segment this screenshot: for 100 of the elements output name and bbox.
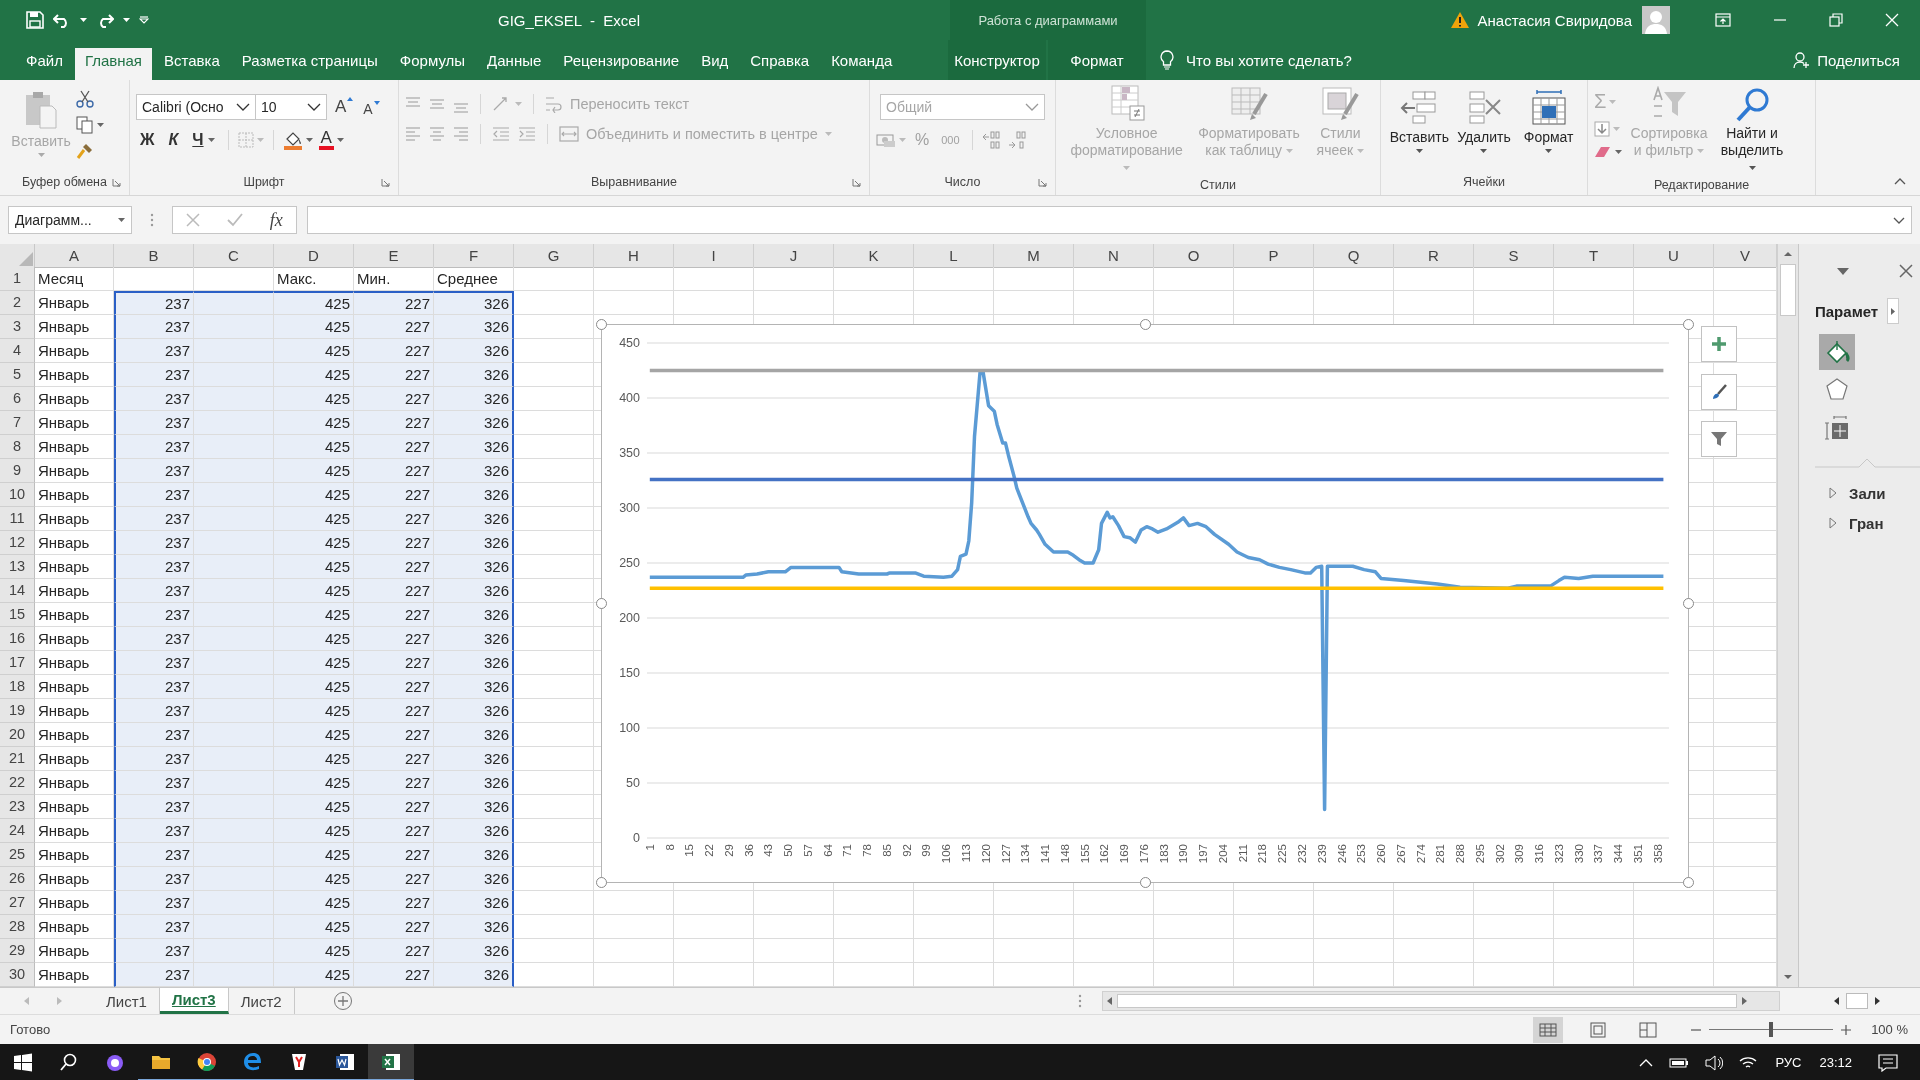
launcher-icon[interactable] xyxy=(1038,178,1047,187)
row-number[interactable]: 12 xyxy=(0,531,35,555)
ribbon-tab[interactable]: Разметка страницы xyxy=(231,40,388,80)
battery-icon[interactable] xyxy=(1669,1056,1690,1069)
row-number[interactable]: 28 xyxy=(0,915,35,939)
row-number[interactable]: 23 xyxy=(0,795,35,819)
column-header[interactable]: V xyxy=(1714,244,1777,268)
row-number[interactable]: 29 xyxy=(0,939,35,963)
row-number[interactable]: 11 xyxy=(0,507,35,531)
ribbon-tab[interactable]: Формулы xyxy=(389,40,476,80)
column-header[interactable]: L xyxy=(914,244,994,268)
row-number[interactable]: 5 xyxy=(0,363,35,387)
spreadsheet-app-icon[interactable] xyxy=(381,1051,401,1072)
column-header[interactable]: S xyxy=(1474,244,1554,268)
row-number[interactable]: 1 xyxy=(0,267,35,291)
ribbon-tab[interactable]: Конструктор xyxy=(948,40,1046,80)
fill-button[interactable] xyxy=(1594,121,1620,137)
launcher-icon[interactable] xyxy=(381,178,390,187)
cells-button[interactable]: Вставить xyxy=(1389,88,1450,173)
dropdown-icon[interactable] xyxy=(1837,267,1849,275)
browser-y-icon[interactable] xyxy=(289,1051,309,1072)
customize-icon[interactable] xyxy=(139,16,149,24)
row-number[interactable]: 14 xyxy=(0,579,35,603)
row-number[interactable]: 24 xyxy=(0,819,35,843)
document-app-icon[interactable] xyxy=(335,1051,355,1072)
shrink-font-button[interactable]: A xyxy=(361,97,382,117)
chevron-up-icon[interactable] xyxy=(1639,1057,1654,1068)
column-header[interactable]: U xyxy=(1634,244,1714,268)
share-button[interactable]: Поделиться xyxy=(1793,40,1900,80)
formula-field[interactable] xyxy=(307,206,1912,234)
column-header[interactable]: E xyxy=(354,244,434,268)
copy-button[interactable] xyxy=(76,116,104,134)
column-header[interactable]: M xyxy=(994,244,1074,268)
row-number[interactable]: 27 xyxy=(0,891,35,915)
format-painter-icon[interactable] xyxy=(76,142,94,160)
column-header[interactable]: D xyxy=(274,244,354,268)
expand-icon[interactable] xyxy=(1829,517,1837,529)
row-number[interactable]: 25 xyxy=(0,843,35,867)
resize-handle[interactable] xyxy=(1683,877,1694,888)
row-number[interactable]: 21 xyxy=(0,747,35,771)
expand-icon[interactable] xyxy=(1829,487,1837,499)
grow-font-button[interactable]: A xyxy=(333,97,356,117)
row-number[interactable]: 4 xyxy=(0,339,35,363)
split-handle-icon[interactable] xyxy=(1078,994,1082,1008)
assistant-circle-icon[interactable] xyxy=(105,1052,125,1073)
ribbon-tab[interactable]: Вид xyxy=(691,40,739,80)
ribbon-tab[interactable]: Данные xyxy=(477,40,552,80)
launcher-icon[interactable] xyxy=(112,178,121,187)
row-number[interactable]: 22 xyxy=(0,771,35,795)
column-header[interactable]: G xyxy=(514,244,594,268)
ribbon-tab[interactable]: Команда xyxy=(821,40,903,80)
font-color-button[interactable]: A xyxy=(318,130,344,150)
options-menu-button[interactable] xyxy=(1887,298,1899,324)
chart-tool-button[interactable] xyxy=(1701,374,1737,410)
zoom-slider-thumb[interactable] xyxy=(1769,1022,1774,1037)
name-box[interactable]: Диаграмм... xyxy=(8,206,132,234)
row-number[interactable]: 9 xyxy=(0,459,35,483)
row-number[interactable]: 6 xyxy=(0,387,35,411)
column-header[interactable]: Q xyxy=(1314,244,1394,268)
column-header[interactable]: I xyxy=(674,244,754,268)
row-number[interactable]: 13 xyxy=(0,555,35,579)
scissors-icon[interactable] xyxy=(76,90,94,108)
section-header[interactable]: Зали xyxy=(1849,484,1886,502)
editing-button[interactable]: Найти и выделить xyxy=(1716,86,1788,176)
ribbon-display-icon[interactable] xyxy=(1715,13,1731,27)
column-header[interactable]: F xyxy=(434,244,514,268)
pane-title[interactable]: Парамет xyxy=(1815,302,1885,320)
clear-button[interactable] xyxy=(1594,145,1622,159)
search-field[interactable]: Что вы хотите сделать? xyxy=(1186,51,1352,69)
column-header[interactable]: O xyxy=(1154,244,1234,268)
column-header[interactable]: A xyxy=(35,244,114,268)
ribbon-tab[interactable]: Главная xyxy=(74,48,152,80)
row-number[interactable]: 19 xyxy=(0,699,35,723)
chart-tool-button[interactable] xyxy=(1701,421,1737,457)
language-indicator[interactable]: РУС xyxy=(1775,1055,1802,1070)
resize-handle[interactable] xyxy=(1683,319,1694,330)
restore-icon[interactable] xyxy=(1829,13,1843,27)
ribbon-tab[interactable]: Формат xyxy=(1048,40,1146,80)
row-number[interactable]: 3 xyxy=(0,315,35,339)
row-number[interactable]: 16 xyxy=(0,627,35,651)
notifications-icon[interactable] xyxy=(1878,1053,1898,1072)
column-header[interactable]: N xyxy=(1074,244,1154,268)
row-number[interactable]: 2 xyxy=(0,291,35,315)
font-size-field[interactable]: 10 xyxy=(255,94,327,120)
close-icon[interactable] xyxy=(1899,264,1913,278)
cells-button[interactable]: Формат xyxy=(1518,88,1579,173)
volume-icon[interactable] xyxy=(1705,1054,1724,1071)
column-header[interactable]: B xyxy=(114,244,194,268)
launcher-icon[interactable] xyxy=(852,178,861,187)
column-header[interactable]: H xyxy=(594,244,674,268)
font-name-field[interactable]: Calibri (Осно xyxy=(136,94,256,120)
resize-handle[interactable] xyxy=(1140,319,1151,330)
row-number[interactable]: 30 xyxy=(0,963,35,987)
scrollbar-thumb[interactable] xyxy=(1846,993,1868,1009)
clock[interactable]: 23:12 xyxy=(1819,1055,1852,1070)
resize-handle[interactable] xyxy=(1140,877,1151,888)
pane-tab[interactable] xyxy=(1819,334,1855,370)
browser-circle-icon[interactable] xyxy=(197,1051,217,1072)
insert-function-button[interactable]: fx xyxy=(269,209,283,231)
collapse-ribbon-icon[interactable] xyxy=(1894,178,1906,185)
